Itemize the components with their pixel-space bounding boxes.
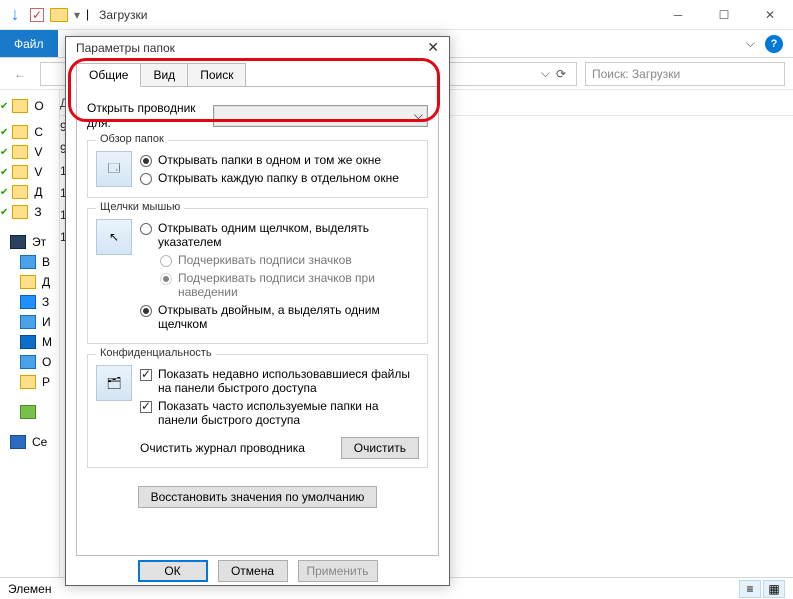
radio-double-click[interactable]: Открывать двойным, а выделять одним щелч… bbox=[140, 301, 419, 333]
pictures-icon bbox=[20, 315, 36, 329]
folder-icon bbox=[20, 275, 36, 289]
minimize-button[interactable]: ─ bbox=[655, 0, 701, 30]
window-controls: ─ ☐ ✕ bbox=[655, 0, 793, 30]
tab-search[interactable]: Поиск bbox=[187, 63, 246, 87]
radio-single-click[interactable]: Открывать одним щелчком, выделять указат… bbox=[140, 219, 419, 251]
folder-icon bbox=[12, 205, 28, 219]
refresh-button[interactable]: ⟳ bbox=[550, 67, 572, 81]
network-icon bbox=[10, 435, 26, 449]
folder-icon bbox=[12, 185, 28, 199]
3d-icon bbox=[20, 355, 36, 369]
folder-icon bbox=[12, 165, 28, 179]
radio-new-window[interactable]: Открывать каждую папку в отдельном окне bbox=[140, 169, 419, 187]
chevron-down-icon: ⌵ bbox=[414, 108, 423, 123]
folder-icon bbox=[12, 99, 28, 113]
dialog-close-button[interactable]: ✕ bbox=[427, 39, 439, 56]
search-placeholder: Поиск: Загрузки bbox=[592, 67, 680, 81]
cancel-button[interactable]: Отмена bbox=[218, 560, 288, 582]
folder-icon bbox=[12, 145, 28, 159]
clear-button[interactable]: Очистить bbox=[341, 437, 419, 459]
apply-button[interactable]: Применить bbox=[298, 560, 378, 582]
video-icon bbox=[20, 255, 36, 269]
music-icon bbox=[20, 335, 36, 349]
pc-icon bbox=[10, 235, 26, 249]
privacy-icon: 🗂 bbox=[96, 365, 132, 401]
nav-pane[interactable]: ✔О ✔С ✔V ✔V ✔Д ✔З Эт В Д З И М О Р Се bbox=[0, 90, 60, 577]
open-explorer-combo[interactable]: ⌵ bbox=[213, 105, 428, 127]
details-view-button[interactable]: ≡ bbox=[739, 580, 761, 598]
radio-underline-always: Подчеркивать подписи значков bbox=[160, 251, 419, 269]
folder-icon bbox=[50, 8, 68, 22]
desktop-icon bbox=[20, 375, 36, 389]
check-recent-files[interactable]: Показать недавно использовавшиеся файлы … bbox=[140, 365, 419, 397]
click-items-group: Щелчки мышью ↖ Открывать одним щелчком, … bbox=[87, 208, 428, 344]
separator: | bbox=[86, 0, 89, 30]
address-dropdown-icon[interactable]: ⌵ bbox=[541, 66, 550, 81]
back-button[interactable]: ← bbox=[8, 62, 32, 86]
dialog-titlebar: Параметры папок ✕ bbox=[66, 37, 449, 58]
tab-view[interactable]: Вид bbox=[140, 63, 188, 87]
title-bar: ↓ ✓ ▾ | Загрузки ─ ☐ ✕ bbox=[0, 0, 793, 30]
maximize-button[interactable]: ☐ bbox=[701, 0, 747, 30]
privacy-group: Конфиденциальность 🗂 Показать недавно ис… bbox=[87, 354, 428, 468]
qat-dropdown-icon[interactable]: ▾ bbox=[74, 8, 80, 22]
group-title: Щелчки мышью bbox=[96, 201, 184, 213]
help-icon[interactable]: ? bbox=[765, 35, 783, 53]
folder-icon bbox=[12, 125, 28, 139]
click-icon: ↖ bbox=[96, 219, 132, 255]
radio-underline-hover: Подчеркивать подписи значков при наведен… bbox=[160, 269, 419, 301]
drive-icon bbox=[20, 405, 36, 419]
quick-access-toolbar: ↓ ✓ ▾ | bbox=[0, 0, 95, 30]
thumbnails-view-button[interactable]: ▦ bbox=[763, 580, 785, 598]
browse-folders-group: Обзор папок 🗔 Открывать папки в одном и … bbox=[87, 140, 428, 198]
download-arrow-icon: ↓ bbox=[6, 6, 24, 24]
folder-options-dialog: Параметры папок ✕ Общие Вид Поиск Открыт… bbox=[65, 36, 450, 586]
expand-ribbon-icon[interactable]: ⌵ bbox=[746, 36, 755, 51]
downloads-icon bbox=[20, 295, 36, 309]
restore-defaults-button[interactable]: Восстановить значения по умолчанию bbox=[138, 486, 378, 508]
window-title: Загрузки bbox=[95, 8, 147, 22]
tab-content: Открыть проводник для: ⌵ Обзор папок 🗔 О… bbox=[76, 86, 439, 556]
search-box[interactable]: Поиск: Загрузки bbox=[585, 62, 785, 86]
open-explorer-label: Открыть проводник для: bbox=[87, 101, 207, 130]
tab-general[interactable]: Общие bbox=[76, 63, 141, 87]
radio-same-window[interactable]: Открывать папки в одном и том же окне bbox=[140, 151, 419, 169]
close-button[interactable]: ✕ bbox=[747, 0, 793, 30]
dialog-title: Параметры папок bbox=[76, 41, 175, 55]
dialog-buttons: ОК Отмена Применить bbox=[66, 556, 449, 585]
check-frequent-folders[interactable]: Показать часто используемые папки на пан… bbox=[140, 397, 419, 429]
ok-button[interactable]: ОК bbox=[138, 560, 208, 582]
checkbox-icon[interactable]: ✓ bbox=[30, 8, 44, 22]
clear-history-label: Очистить журнал проводника bbox=[140, 441, 331, 455]
file-tab[interactable]: Файл bbox=[0, 30, 58, 57]
status-text: Элемен bbox=[8, 582, 51, 596]
browse-folders-icon: 🗔 bbox=[96, 151, 132, 187]
dialog-tabstrip: Общие Вид Поиск bbox=[76, 63, 439, 87]
group-title: Конфиденциальность bbox=[96, 347, 216, 359]
group-title: Обзор папок bbox=[96, 133, 168, 145]
